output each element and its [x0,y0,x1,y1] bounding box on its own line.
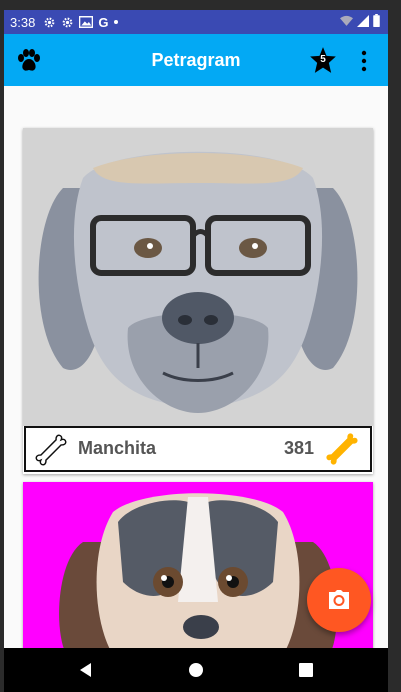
system-nav-bar [4,648,388,692]
pet-photo [23,128,373,426]
wifi-icon [340,15,353,30]
bone-outline-icon[interactable] [32,432,70,468]
dot-icon [113,19,119,25]
pet-name: Manchita [78,438,157,458]
pet-card[interactable]: Manchita 381 [23,128,373,474]
favorites-badge: 5 [320,54,326,65]
signal-icon [357,14,369,30]
bone-filled-icon [322,430,362,468]
status-time: 3:38 [10,14,36,30]
home-icon[interactable] [186,660,206,680]
pet-likes-count: 381 [283,438,314,458]
more-vert-icon[interactable] [360,50,368,72]
camera-icon [329,590,349,609]
gear-icon [61,16,74,29]
pet-photo [23,482,373,662]
pet-card[interactable] [23,482,373,662]
back-icon[interactable] [76,660,96,680]
gear-icon [43,16,56,29]
phone-screen: 3:38 G Petragram 5 Manchita 381 [4,10,388,692]
status-bar: 3:38 G [4,10,388,34]
pet-info-bar: Manchita 381 [24,426,372,472]
app-bar: Petragram 5 [4,34,388,86]
google-icon: G [98,14,109,30]
image-icon [79,16,94,28]
recents-icon[interactable] [296,660,316,680]
battery-icon [373,14,380,30]
favorites-star-button[interactable]: 5 [309,46,337,74]
camera-fab-button[interactable] [307,568,371,632]
